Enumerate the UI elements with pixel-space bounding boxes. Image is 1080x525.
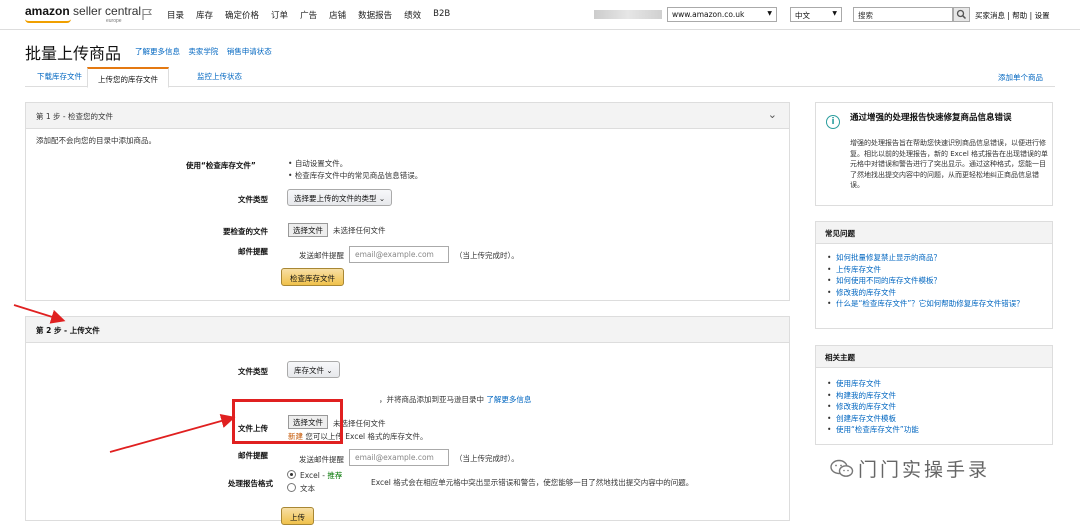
faq-link[interactable]: 如何批量修复禁止显示的商品？ (827, 252, 1042, 264)
email-alert-suffix: （当上传完成时）。 (455, 251, 519, 260)
report-format-description: Excel 格式会在相应单元格中突出显示错误和警告，使您能够一目了然地找出提交内… (371, 478, 694, 487)
language-select[interactable]: 中文 ▼ (790, 7, 842, 22)
related-topics-box: 相关主题 使用库存文件 构建我的库存文件 修改我的库存文件 创建库存文件模板 使… (815, 345, 1053, 445)
logo-smile-icon (25, 19, 71, 23)
learn-more-link[interactable]: 了解更多信息 (135, 47, 180, 56)
enhanced-report-notice: i 通过增强的处理报告快速修复商品信息错误 增强的处理报告旨在帮助您快速识别商品… (815, 102, 1053, 206)
step2-description: ，并将商品添加到亚马逊目录中 了解更多信息 (379, 395, 532, 404)
search-button[interactable] (953, 7, 970, 22)
text-option-label: 文本 (300, 484, 315, 493)
caret-down-icon: ▼ (767, 10, 772, 17)
info-icon: i (826, 115, 840, 129)
email-alert-label: 邮件提醒 (238, 247, 268, 256)
nav-orders[interactable]: 订单 (271, 9, 288, 21)
add-single-product-link[interactable]: 添加单个商品 (998, 72, 1043, 83)
use-check-label: 使用“检查库存文件” (186, 161, 256, 170)
account-name-redacted (594, 10, 662, 19)
caret-down-icon: ⌄ (326, 366, 333, 375)
search-input[interactable]: 搜索 (853, 7, 953, 22)
selling-application-status-link[interactable]: 销售申请状态 (227, 47, 272, 56)
file-to-check-label: 要检查的文件 (223, 227, 268, 236)
email-alert-suffix: （当上传完成时）。 (455, 454, 519, 463)
flag-icon[interactable] (141, 8, 153, 21)
nav-performance[interactable]: 绩效 (404, 9, 421, 21)
file-type-label: 文件类型 (238, 195, 268, 204)
upload-button[interactable]: 上传 (281, 507, 314, 525)
nav-advertising[interactable]: 广告 (300, 9, 317, 21)
excel-format-radio[interactable] (287, 470, 296, 479)
nav-stores[interactable]: 店铺 (329, 9, 346, 21)
topic-link[interactable]: 构建我的库存文件 (827, 390, 1042, 402)
learn-more-link[interactable]: 了解更多信息 (486, 395, 531, 404)
step2-file-type-select[interactable]: 库存文件 ⌄ (287, 361, 340, 378)
faq-link[interactable]: 什么是“检查库存文件”？它如何帮助修复库存文件错误？ (827, 298, 1042, 310)
step1-file-type-select[interactable]: 选择要上传的文件的类型 ⌄ (287, 189, 393, 206)
faq-link[interactable]: 如何使用不同的库存文件模板？ (827, 275, 1042, 287)
related-topics-list: 使用库存文件 构建我的库存文件 修改我的库存文件 创建库存文件模板 使用“检查库… (816, 368, 1052, 442)
step1-email-input[interactable]: email@example.com (349, 246, 449, 263)
topic-link[interactable]: 修改我的库存文件 (827, 401, 1042, 413)
faq-link[interactable]: 修改我的库存文件 (827, 287, 1042, 299)
faq-link[interactable]: 上传库存文件 (827, 264, 1042, 276)
step2-email-input[interactable]: email@example.com (349, 449, 449, 466)
tab-monitor-upload-status[interactable]: 监控上传状态 (197, 71, 242, 82)
notice-title: 通过增强的处理报告快速修复商品信息错误 (850, 113, 1012, 123)
topic-link[interactable]: 使用“检查库存文件”功能 (827, 424, 1042, 436)
amazon-seller-central-logo[interactable]: amazon seller central europe (25, 4, 141, 24)
report-format-label: 处理报告格式 (228, 479, 273, 488)
nav-catalog[interactable]: 目录 (167, 9, 184, 21)
tab-bar: 下载库存文件 上传您的库存文件 监控上传状态 添加单个商品 (25, 67, 1055, 88)
wechat-icon (830, 459, 854, 477)
tab-download-inventory-file[interactable]: 下载库存文件 (37, 71, 82, 82)
tab-upload-inventory-file[interactable]: 上传您的库存文件 (87, 67, 169, 88)
topic-link[interactable]: 创建库存文件模板 (827, 413, 1042, 425)
step1-no-file-text: 未选择任何文件 (333, 226, 386, 235)
search-icon (956, 9, 967, 20)
email-alert-prefix: 发送邮件提醒 (299, 455, 344, 464)
topic-link[interactable]: 使用库存文件 (827, 378, 1042, 390)
email-alert-label: 邮件提醒 (238, 451, 268, 460)
marketplace-select[interactable]: www.amazon.co.uk ▼ (667, 7, 777, 22)
watermark-text: 门门实操手录 (858, 459, 991, 481)
step2-panel: 第 2 步 - 上传文件 文件类型 库存文件 ⌄ ，并将商品添加到亚马逊目录中 … (25, 316, 790, 525)
bullet-item: • 检查库存文件中的常见商品信息错误。 (288, 171, 423, 180)
email-alert-prefix: 发送邮件提醒 (299, 251, 344, 260)
check-inventory-file-button[interactable]: 检查库存文件 (281, 268, 344, 286)
nav-inventory[interactable]: 库存 (196, 9, 213, 21)
faq-title: 常见问题 (816, 222, 1052, 244)
main-menu: 目录 库存 确定价格 订单 广告 店铺 数据报告 绩效 B2B (167, 9, 462, 21)
annotation-highlight-box (232, 399, 343, 444)
watermark: 门门实操手录 (830, 452, 1050, 484)
file-type-label: 文件类型 (238, 367, 268, 376)
top-navigation: amazon seller central europe 目录 库存 确定价格 … (0, 0, 1080, 30)
caret-down-icon: ⌄ (378, 194, 386, 203)
nav-b2b[interactable]: B2B (433, 9, 450, 21)
step2-header[interactable]: 第 2 步 - 上传文件 (26, 317, 789, 343)
header-links[interactable]: 买家消息 | 帮助 | 设置 (975, 10, 1050, 21)
step1-choose-file-button[interactable]: 选择文件 (288, 223, 328, 237)
caret-down-icon: ▼ (832, 10, 837, 17)
nav-pricing[interactable]: 确定价格 (225, 9, 259, 21)
notice-body: 增强的处理报告旨在帮助您快速识别商品信息错误，以便进行修复。相比以前的处理报告，… (850, 139, 1048, 189)
step1-intro: 添加配不会向您的目录中添加商品。 (36, 136, 156, 145)
excel-option-label: Excel - 推荐 (300, 471, 343, 480)
faq-box: 常见问题 如何批量修复禁止显示的商品？ 上传库存文件 如何使用不同的库存文件模板… (815, 221, 1053, 329)
bullet-item: • 自动设置文件。 (288, 159, 348, 168)
text-format-radio[interactable] (287, 483, 296, 492)
title-links: 了解更多信息 卖家学院 销售申请状态 (135, 46, 278, 57)
seller-university-link[interactable]: 卖家学院 (188, 47, 218, 56)
step1-panel: 第 1 步 - 检查您的文件 ⌄ 添加配不会向您的目录中添加商品。 使用“检查库… (25, 102, 790, 301)
step1-header[interactable]: 第 1 步 - 检查您的文件 ⌄ (26, 103, 789, 129)
chevron-down-icon[interactable]: ⌄ (768, 108, 777, 121)
nav-reports[interactable]: 数据报告 (358, 9, 392, 21)
related-topics-title: 相关主题 (816, 346, 1052, 368)
page-title: 批量上传商品 (25, 44, 122, 63)
faq-list: 如何批量修复禁止显示的商品？ 上传库存文件 如何使用不同的库存文件模板？ 修改我… (816, 244, 1052, 316)
